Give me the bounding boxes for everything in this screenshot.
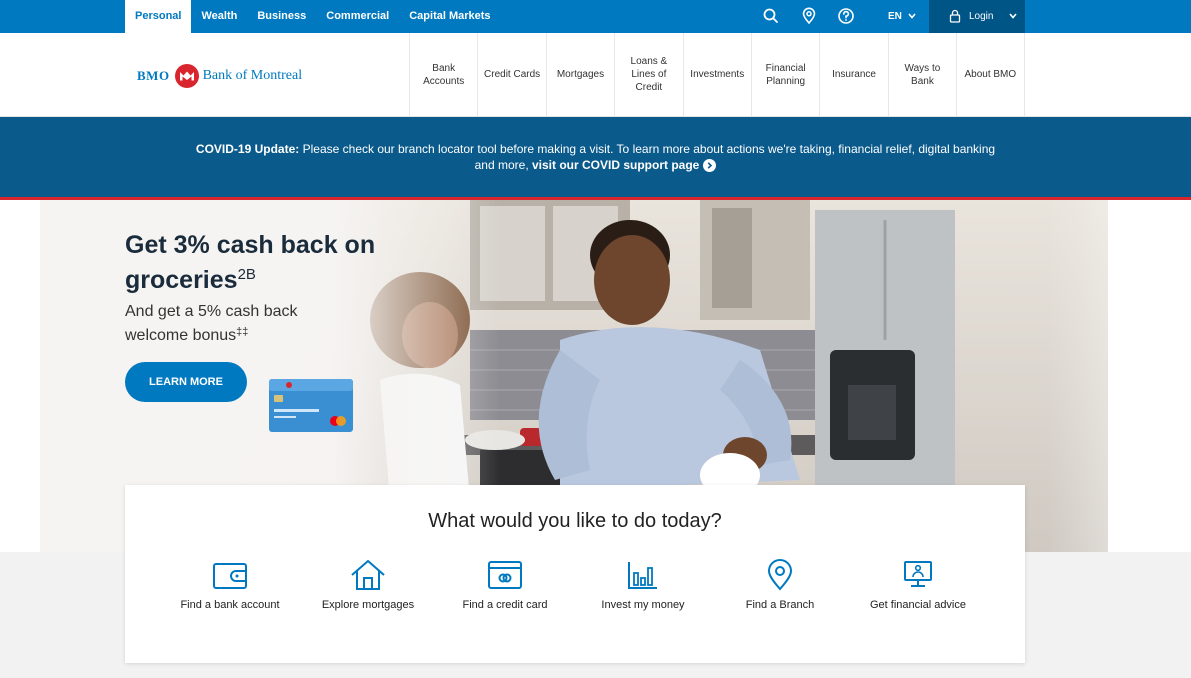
- credit-card-icon: [488, 561, 522, 589]
- action-label: Get financial advice: [870, 599, 966, 611]
- covid-message: COVID-19 Update: Please check our branch…: [186, 141, 1006, 173]
- nav-bank-accounts[interactable]: Bank Accounts: [409, 33, 477, 116]
- tab-personal[interactable]: Personal: [125, 0, 192, 33]
- action-find-bank-account[interactable]: Find a bank account: [170, 559, 290, 612]
- login-button[interactable]: Login: [929, 0, 1025, 33]
- action-explore-mortgages[interactable]: Explore mortgages: [308, 559, 428, 612]
- nav-insurance[interactable]: Insurance: [819, 33, 887, 116]
- tab-business[interactable]: Business: [247, 0, 316, 33]
- action-label: Find a Branch: [745, 599, 815, 611]
- logo-bank-name: Bank of Montreal: [202, 68, 303, 83]
- top-utility-bar: Personal Wealth Business Commercial Capi…: [0, 0, 1191, 33]
- covid-banner: COVID-19 Update: Please check our branch…: [0, 117, 1191, 197]
- logo-short: BMO: [137, 68, 170, 83]
- hero-subtitle: And get a 5% cash back welcome bonus‡‡: [125, 301, 345, 346]
- help-icon[interactable]: [837, 7, 855, 25]
- language-label: EN: [888, 11, 902, 22]
- nav-mortgages[interactable]: Mortgages: [545, 33, 614, 116]
- credit-card-image: [269, 379, 353, 432]
- hero-subtitle-footnote: ‡‡: [236, 326, 249, 338]
- tab-capital-markets[interactable]: Capital Markets: [399, 0, 500, 33]
- action-label: Explore mortgages: [321, 599, 415, 611]
- nav-financial-planning[interactable]: Financial Planning: [750, 33, 819, 116]
- language-selector[interactable]: EN: [888, 0, 916, 33]
- nav-credit-cards[interactable]: Credit Cards: [477, 33, 545, 116]
- action-label: Find a credit card: [462, 599, 548, 611]
- search-icon[interactable]: [762, 7, 780, 25]
- bmo-roundel-icon: [174, 64, 199, 88]
- learn-more-button[interactable]: LEARN MORE: [125, 362, 247, 402]
- covid-link-text: visit our COVID support page: [532, 158, 700, 172]
- hero-title-footnote: 2B: [237, 266, 256, 283]
- main-navigation: BMO Bank of Montreal Bank Accounts Credi…: [0, 33, 1191, 117]
- house-icon: [351, 560, 385, 590]
- quick-actions-panel: What would you like to do today? Find a …: [125, 485, 1025, 663]
- segment-tabs: Personal Wealth Business Commercial Capi…: [125, 0, 501, 33]
- arrow-circle-icon: [703, 159, 717, 173]
- hero-title-text: Get 3% cash back on groceries: [125, 231, 376, 294]
- login-label: Login: [969, 11, 994, 22]
- chevron-down-icon: [908, 13, 916, 20]
- covid-support-link[interactable]: visit our COVID support page: [532, 158, 717, 173]
- location-pin-icon: [767, 559, 793, 591]
- nav-investments[interactable]: Investments: [682, 33, 751, 116]
- tab-wealth[interactable]: Wealth: [191, 0, 247, 33]
- location-pin-icon[interactable]: [800, 7, 818, 25]
- nav-loans[interactable]: Loans & Lines of Credit: [614, 33, 682, 116]
- tab-commercial[interactable]: Commercial: [316, 0, 399, 33]
- quick-actions-heading: What would you like to do today?: [428, 510, 722, 532]
- computer-advice-icon: [904, 561, 932, 587]
- wallet-icon: [213, 563, 247, 589]
- action-find-branch[interactable]: Find a Branch: [720, 559, 840, 612]
- hero-title: Get 3% cash back on groceries2B: [125, 230, 425, 295]
- nav-ways-to-bank[interactable]: Ways to Bank: [887, 33, 956, 116]
- hero-subtitle-text: And get a 5% cash back welcome bonus: [125, 303, 298, 344]
- bmo-logo[interactable]: BMO Bank of Montreal: [137, 62, 302, 90]
- action-label: Invest my money: [601, 599, 685, 611]
- nav-about-bmo[interactable]: About BMO: [956, 33, 1025, 116]
- action-financial-advice[interactable]: Get financial advice: [858, 559, 978, 612]
- bar-chart-icon: [628, 562, 657, 589]
- primary-nav-list: Bank Accounts Credit Cards Mortgages Loa…: [409, 33, 1025, 116]
- action-invest-money[interactable]: Invest my money: [583, 559, 703, 612]
- chevron-down-icon: [1009, 13, 1017, 19]
- lock-icon: [949, 9, 961, 23]
- action-find-credit-card[interactable]: Find a credit card: [445, 559, 565, 612]
- action-label: Find a bank account: [180, 599, 280, 611]
- covid-lead: COVID-19 Update:: [195, 142, 300, 156]
